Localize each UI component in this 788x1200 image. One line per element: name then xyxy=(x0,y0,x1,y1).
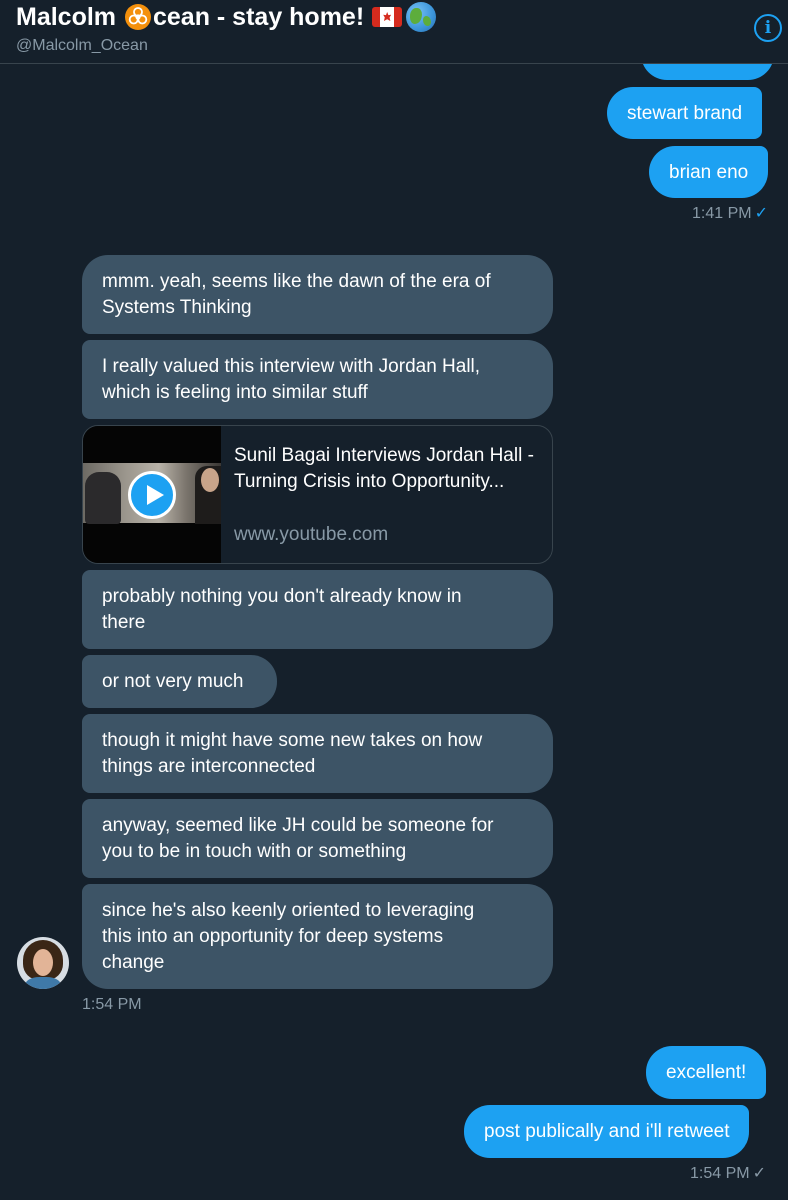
info-icon[interactable]: i xyxy=(754,14,782,42)
message-text: brian eno xyxy=(669,162,749,183)
play-icon[interactable] xyxy=(128,471,176,519)
link-title: Sunil Bagai Interviews Jordan Hall - Tur… xyxy=(234,445,534,492)
message-bubble-outgoing[interactable]: brian eno xyxy=(649,146,769,198)
message-text-line: this into an opportunity for deep system… xyxy=(102,926,444,947)
sent-check-icon: ✓ xyxy=(752,1165,766,1182)
message-timestamp: 1:54 PM xyxy=(82,995,142,1015)
contact-handle: @Malcolm_Ocean xyxy=(16,37,148,54)
message-text-line: since he's also keenly oriented to lever… xyxy=(102,900,475,921)
message-bubble-incoming[interactable]: since he's also keenly oriented to lever… xyxy=(82,884,553,989)
thumbnail-face xyxy=(201,468,219,492)
message-text-line: things are interconnected xyxy=(102,756,316,777)
message-bubble-incoming[interactable]: though it might have some new takes on h… xyxy=(82,714,553,793)
timestamp-text: 1:41 PM xyxy=(692,205,752,222)
contact-name-part2: cean - stay home! xyxy=(152,3,365,31)
contact-name[interactable]: Malcolm cean - stay home! xyxy=(16,2,437,32)
link-domain: www.youtube.com xyxy=(234,524,389,545)
globe-icon xyxy=(406,2,437,32)
dm-conversation: everything stewart brand brian eno 1:41 … xyxy=(0,0,788,1200)
contact-name-part1: Malcolm xyxy=(16,3,123,31)
avatar-face xyxy=(33,949,53,976)
message-bubble-incoming[interactable]: anyway, seemed like JH could be someone … xyxy=(82,799,553,878)
message-bubble-incoming[interactable]: probably nothing you don't already know … xyxy=(82,570,553,649)
message-text-line: anyway, seemed like JH could be someone … xyxy=(102,815,494,836)
message-text-line: though it might have some new takes on h… xyxy=(102,730,483,751)
canada-flag-icon xyxy=(372,7,403,27)
video-thumbnail[interactable] xyxy=(83,426,221,563)
message-text-line: mmm. yeah, seems like the dawn of the er… xyxy=(102,271,491,292)
message-text-line: which is feeling into similar stuff xyxy=(102,382,368,403)
message-text: post publically and i'll retweet xyxy=(484,1121,730,1142)
message-bubble-incoming[interactable]: I really valued this interview with Jord… xyxy=(82,340,553,419)
message-text-line: Systems Thinking xyxy=(102,297,252,318)
message-timestamp: 1:41 PM ✓ xyxy=(692,204,768,224)
message-bubble-outgoing[interactable]: excellent! xyxy=(646,1046,767,1099)
avatar-shirt xyxy=(25,977,61,989)
message-text-line: you to be in touch with or something xyxy=(102,841,407,862)
message-text: excellent! xyxy=(666,1062,747,1083)
message-text-line: change xyxy=(102,952,165,973)
biohazard-emoji-icon xyxy=(124,4,151,30)
message-bubble-outgoing[interactable]: post publically and i'll retweet xyxy=(464,1105,750,1158)
message-text-line: probably nothing you don't already know … xyxy=(102,586,462,607)
read-check-icon: ✓ xyxy=(754,205,768,222)
link-preview-card[interactable]: Sunil Bagai Interviews Jordan Hall - Tur… xyxy=(82,425,553,564)
message-bubble-incoming[interactable]: mmm. yeah, seems like the dawn of the er… xyxy=(82,255,553,334)
message-timestamp: 1:54 PM ✓ xyxy=(690,1164,766,1184)
timestamp-text: 1:54 PM xyxy=(82,996,142,1013)
message-text-line: I really valued this interview with Jord… xyxy=(102,356,481,377)
message-text-line: there xyxy=(102,612,146,633)
timestamp-text: 1:54 PM xyxy=(690,1165,750,1182)
conversation-header: Malcolm cean - stay home! @Malcolm_Ocean… xyxy=(0,0,788,64)
avatar[interactable] xyxy=(17,937,69,989)
message-bubble-outgoing[interactable]: stewart brand xyxy=(607,87,763,139)
message-text: or not very much xyxy=(102,671,244,692)
message-text: stewart brand xyxy=(627,103,743,124)
thumbnail-person-left xyxy=(85,472,121,524)
message-bubble-incoming[interactable]: or not very much xyxy=(82,655,277,708)
